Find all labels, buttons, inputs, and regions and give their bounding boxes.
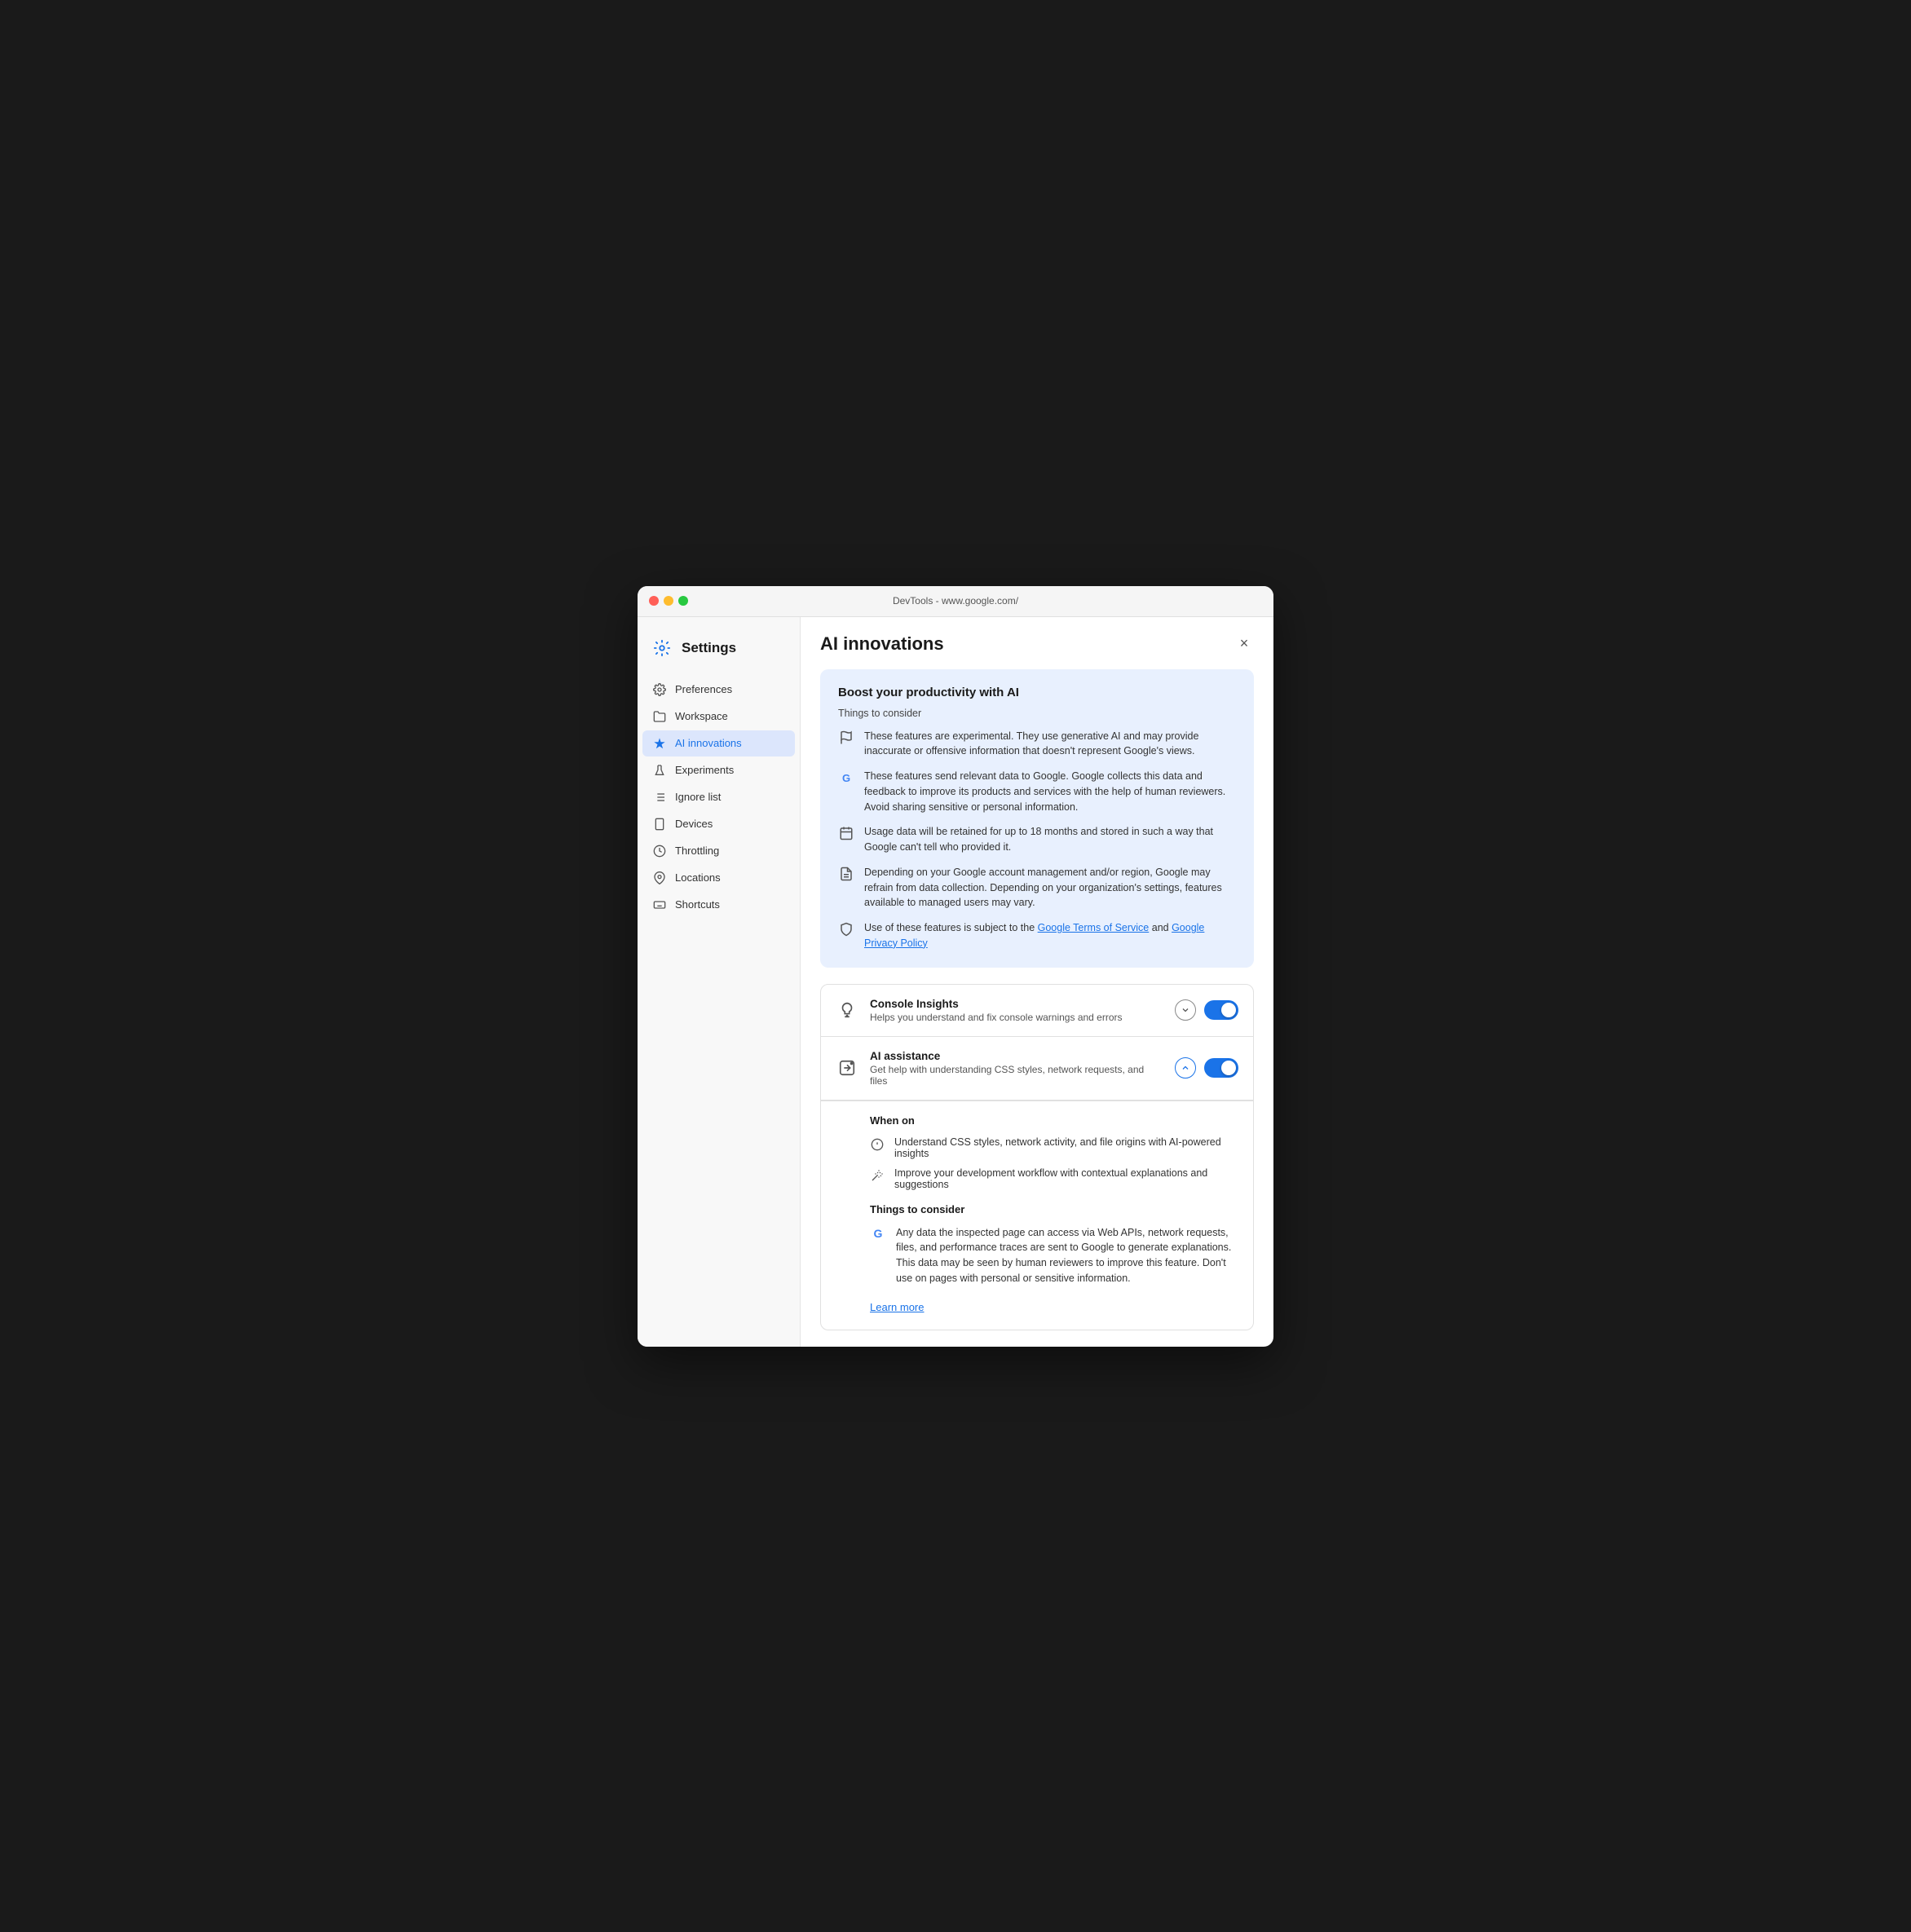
- sparkle-icon: [652, 736, 667, 751]
- features-card: Console Insights Helps you understand an…: [820, 984, 1254, 1330]
- when-on-item-2: Improve your development workflow with c…: [870, 1167, 1238, 1190]
- gear-icon: [652, 682, 667, 697]
- sidebar-item-ignore-list[interactable]: Ignore list: [642, 784, 795, 810]
- when-on-text-1: Understand CSS styles, network activity,…: [894, 1136, 1238, 1159]
- consider-label: Things to consider: [838, 708, 1236, 719]
- consider-text-4: Depending on your Google account managem…: [864, 865, 1236, 911]
- ai-assistance-expanded: When on Understand CSS styles, network a…: [821, 1101, 1253, 1330]
- console-insights-toggle-knob: [1221, 1003, 1236, 1017]
- ai-assist-icon: [836, 1056, 858, 1079]
- ai-assistance-expand-button[interactable]: [1175, 1057, 1196, 1078]
- devices-label: Devices: [675, 818, 713, 830]
- console-insights-info: Console Insights Helps you understand an…: [870, 998, 1163, 1023]
- when-on-item-1: Understand CSS styles, network activity,…: [870, 1136, 1238, 1159]
- things-consider-section: Things to consider G Any data the inspec…: [870, 1203, 1238, 1315]
- consider-item: Depending on your Google account managem…: [838, 865, 1236, 911]
- terms-of-service-link[interactable]: Google Terms of Service: [1038, 922, 1150, 933]
- settings-window: DevTools - www.google.com/ Settings: [638, 586, 1273, 1347]
- maximize-traffic-light[interactable]: [678, 596, 688, 606]
- device-icon: [652, 817, 667, 831]
- throttling-label: Throttling: [675, 845, 719, 857]
- console-insights-desc: Helps you understand and fix console war…: [870, 1012, 1163, 1023]
- consider-item: Use of these features is subject to the …: [838, 920, 1236, 951]
- calendar-icon: [838, 825, 854, 841]
- minimize-traffic-light[interactable]: [664, 596, 673, 606]
- ai-innovations-label: AI innovations: [675, 737, 742, 749]
- things-item: G Any data the inspected page can access…: [870, 1225, 1238, 1286]
- sidebar-item-ai-innovations[interactable]: AI innovations: [642, 730, 795, 756]
- experiments-label: Experiments: [675, 764, 734, 776]
- consider-item: These features are experimental. They us…: [838, 729, 1236, 760]
- preferences-label: Preferences: [675, 683, 732, 695]
- main-header: AI innovations ×: [820, 633, 1254, 655]
- keyboard-icon: [652, 898, 667, 912]
- ai-assistance-toggle-knob: [1221, 1061, 1236, 1075]
- page-title: AI innovations: [820, 633, 944, 655]
- close-button[interactable]: ×: [1234, 634, 1254, 654]
- info-circle-icon: [870, 1137, 885, 1152]
- document-icon: [838, 866, 854, 882]
- consider-items: These features are experimental. They us…: [838, 729, 1236, 951]
- ai-assistance-controls: [1175, 1057, 1238, 1078]
- sidebar-item-preferences[interactable]: Preferences: [642, 677, 795, 703]
- consider-text-1: These features are experimental. They us…: [864, 729, 1236, 760]
- close-traffic-light[interactable]: [649, 596, 659, 606]
- learn-more-link[interactable]: Learn more: [870, 1301, 924, 1313]
- titlebar-title: DevTools - www.google.com/: [893, 595, 1018, 607]
- console-insights-expand-button[interactable]: [1175, 999, 1196, 1021]
- ai-assistance-row: AI assistance Get help with understandin…: [821, 1037, 1253, 1101]
- consider-text-3: Usage data will be retained for up to 18…: [864, 824, 1236, 855]
- ai-assistance-toggle[interactable]: [1204, 1058, 1238, 1078]
- sidebar-item-throttling[interactable]: Throttling: [642, 838, 795, 864]
- throttle-icon: [652, 844, 667, 858]
- consider-text-5: Use of these features is subject to the …: [864, 920, 1236, 951]
- consider-item: Usage data will be retained for up to 18…: [838, 824, 1236, 855]
- sidebar-title: Settings: [682, 640, 736, 656]
- workspace-label: Workspace: [675, 710, 728, 722]
- app-body: Settings Preferences Workspace: [638, 617, 1273, 1347]
- shortcuts-label: Shortcuts: [675, 898, 720, 911]
- console-insights-toggle[interactable]: [1204, 1000, 1238, 1020]
- consider-text-2: These features send relevant data to Goo…: [864, 769, 1236, 814]
- location-icon: [652, 871, 667, 885]
- sidebar-item-locations[interactable]: Locations: [642, 865, 795, 891]
- ai-assistance-desc: Get help with understanding CSS styles, …: [870, 1064, 1163, 1087]
- ai-assistance-name: AI assistance: [870, 1050, 1163, 1062]
- when-on-text-2: Improve your development workflow with c…: [894, 1167, 1238, 1190]
- sidebar-header: Settings: [638, 630, 800, 676]
- info-card-title: Boost your productivity with AI: [838, 686, 1236, 699]
- privacy-policy-link[interactable]: Google Privacy Policy: [864, 922, 1204, 949]
- wand-icon: [870, 1168, 885, 1183]
- lightbulb-icon: [836, 999, 858, 1021]
- list-icon: [652, 790, 667, 805]
- sidebar: Settings Preferences Workspace: [638, 617, 801, 1347]
- folder-icon: [652, 709, 667, 724]
- sidebar-item-shortcuts[interactable]: Shortcuts: [642, 892, 795, 918]
- google-icon-1: G: [838, 770, 854, 786]
- console-insights-row: Console Insights Helps you understand an…: [821, 985, 1253, 1037]
- flask-icon: [652, 763, 667, 778]
- ai-assistance-info: AI assistance Get help with understandin…: [870, 1050, 1163, 1087]
- traffic-lights: [649, 596, 688, 606]
- settings-logo-icon: [651, 637, 673, 659]
- sidebar-item-experiments[interactable]: Experiments: [642, 757, 795, 783]
- things-consider-label: Things to consider: [870, 1203, 1238, 1215]
- experimental-icon: [838, 730, 854, 746]
- when-on-label: When on: [870, 1114, 1238, 1127]
- info-card: Boost your productivity with AI Things t…: [820, 669, 1254, 968]
- console-insights-controls: [1175, 999, 1238, 1021]
- shield-icon: [838, 921, 854, 937]
- titlebar: DevTools - www.google.com/: [638, 586, 1273, 617]
- main-content: AI innovations × Boost your productivity…: [801, 617, 1273, 1347]
- things-item-text: Any data the inspected page can access v…: [896, 1225, 1238, 1286]
- sidebar-item-workspace[interactable]: Workspace: [642, 704, 795, 730]
- sidebar-item-devices[interactable]: Devices: [642, 811, 795, 837]
- when-on-items: Understand CSS styles, network activity,…: [870, 1136, 1238, 1190]
- consider-item: G These features send relevant data to G…: [838, 769, 1236, 814]
- ignore-list-label: Ignore list: [675, 791, 721, 803]
- locations-label: Locations: [675, 871, 721, 884]
- console-insights-name: Console Insights: [870, 998, 1163, 1010]
- google-icon-2: G: [870, 1225, 886, 1242]
